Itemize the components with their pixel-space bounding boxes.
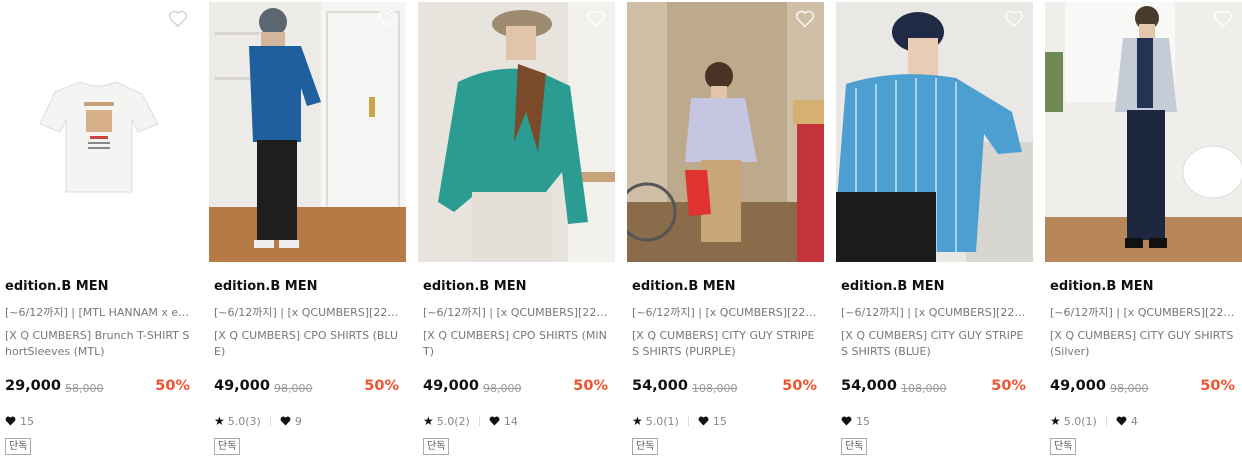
star-icon: ★ [423,414,434,428]
product-card[interactable]: edition.B MEN [~6/12까지] | [x QCUMBERS][2… [1045,0,1242,470]
sale-price: 49,000 [214,378,270,394]
divider [269,416,271,426]
wishlist-heart-icon[interactable] [168,10,188,28]
product-image[interactable] [1045,2,1242,262]
like-count: 15 [712,414,727,428]
wishlist-heart-icon[interactable] [1213,10,1233,28]
wishlist-heart-icon[interactable] [586,10,606,28]
exclusive-badge: 단독 [632,438,659,455]
brand-name[interactable]: edition.B MEN [423,279,527,294]
product-promo[interactable]: [~6/12까지] | [MTL HANNAM x edition.B] [5,304,191,320]
exclusive-badge: 단독 [5,438,32,455]
brand-name[interactable]: edition.B MEN [1050,279,1154,294]
discount-rate: 50% [1200,378,1235,394]
product-title[interactable]: [X Q CUMBERS] CITY GUY STRIPES SHIRTS (P… [632,328,818,360]
product-promo[interactable]: [~6/12까지] | [x QCUMBERS][22SS] [423,304,609,320]
rating: 5.0(2) [436,414,470,428]
product-meta: ★ 5.0(2) 14 [423,414,518,428]
heart-filled-icon [1116,416,1127,426]
product-promo[interactable]: [~6/12까지] | [x QCUMBERS][22SS] [632,304,818,320]
product-meta: 15 [841,414,870,428]
like-count: 15 [20,414,34,428]
original-price: 98,000 [274,382,313,395]
like-count: 4 [1130,414,1138,428]
sale-price: 54,000 [632,378,688,394]
product-meta: ★ 5.0(3) 9 [214,414,302,428]
product-title[interactable]: [X Q CUMBERS] CITY GUY SHIRTS (Silver) [1050,328,1236,360]
sale-price: 29,000 [5,378,61,394]
original-price: 98,000 [483,382,522,395]
star-icon: ★ [1050,414,1061,428]
like-count: 15 [856,414,870,428]
like-count: 9 [294,414,302,428]
product-title[interactable]: [X Q CUMBERS] CPO SHIRTS (MINT) [423,328,609,360]
product-title[interactable]: [X Q CUMBERS] Brunch T-SHIRT ShortSleeve… [5,328,191,360]
exclusive-badge: 단독 [214,438,241,455]
wishlist-heart-icon[interactable] [1004,10,1024,28]
original-price: 58,000 [65,382,104,395]
wishlist-heart-icon[interactable] [377,10,397,28]
divider [478,416,480,426]
heart-filled-icon [841,416,852,426]
wishlist-heart-icon[interactable] [795,10,815,28]
product-card[interactable]: edition.B MEN [~6/12까지] | [x QCUMBERS][2… [836,0,1033,470]
rating: 5.0(1) [645,414,679,428]
product-promo[interactable]: [~6/12까지] | [x QCUMBERS][22SS] [841,304,1027,320]
product-title[interactable]: [X Q CUMBERS] CPO SHIRTS (BLUE) [214,328,400,360]
star-icon: ★ [214,414,225,428]
exclusive-badge: 단독 [423,438,450,455]
brand-name[interactable]: edition.B MEN [841,279,945,294]
brand-name[interactable]: edition.B MEN [5,279,109,294]
exclusive-badge: 단독 [841,438,868,455]
product-card[interactable]: edition.B MEN [~6/12까지] | [x QCUMBERS][2… [209,0,406,470]
product-grid: edition.B MEN [~6/12까지] | [MTL HANNAM x … [0,0,1242,470]
heart-filled-icon [5,416,16,426]
original-price: 108,000 [901,382,947,395]
like-count: 14 [503,414,518,428]
product-image[interactable] [418,2,615,262]
heart-filled-icon [698,416,709,426]
product-meta: 15 [5,414,34,428]
brand-name[interactable]: edition.B MEN [214,279,318,294]
product-title[interactable]: [X Q CUMBERS] CITY GUY STRIPES SHIRTS (B… [841,328,1027,360]
exclusive-badge: 단독 [1050,438,1077,455]
rating: 5.0(1) [1063,414,1097,428]
product-card[interactable]: edition.B MEN [~6/12까지] | [x QCUMBERS][2… [627,0,824,470]
product-promo[interactable]: [~6/12까지] | [x QCUMBERS][22SS] [1050,304,1236,320]
divider [687,416,689,426]
sale-price: 49,000 [1050,378,1106,394]
product-promo[interactable]: [~6/12까지] | [x QCUMBERS][22SS] [214,304,400,320]
star-icon: ★ [632,414,643,428]
discount-rate: 50% [991,378,1026,394]
original-price: 98,000 [1110,382,1149,395]
product-image[interactable] [836,2,1033,262]
heart-filled-icon [489,416,500,426]
product-image[interactable] [209,2,406,262]
discount-rate: 50% [573,378,608,394]
product-image[interactable] [627,2,824,262]
product-image[interactable] [0,2,197,262]
product-card[interactable]: edition.B MEN [~6/12까지] | [MTL HANNAM x … [0,0,197,470]
rating: 5.0(3) [227,414,261,428]
original-price: 108,000 [692,382,738,395]
discount-rate: 50% [364,378,399,394]
sale-price: 49,000 [423,378,479,394]
product-meta: ★ 5.0(1) 15 [632,414,727,428]
discount-rate: 50% [782,378,817,394]
sale-price: 54,000 [841,378,897,394]
brand-name[interactable]: edition.B MEN [632,279,736,294]
divider [1105,416,1107,426]
product-card[interactable]: edition.B MEN [~6/12까지] | [x QCUMBERS][2… [418,0,615,470]
product-meta: ★ 5.0(1) 4 [1050,414,1138,428]
discount-rate: 50% [155,378,190,394]
heart-filled-icon [280,416,291,426]
